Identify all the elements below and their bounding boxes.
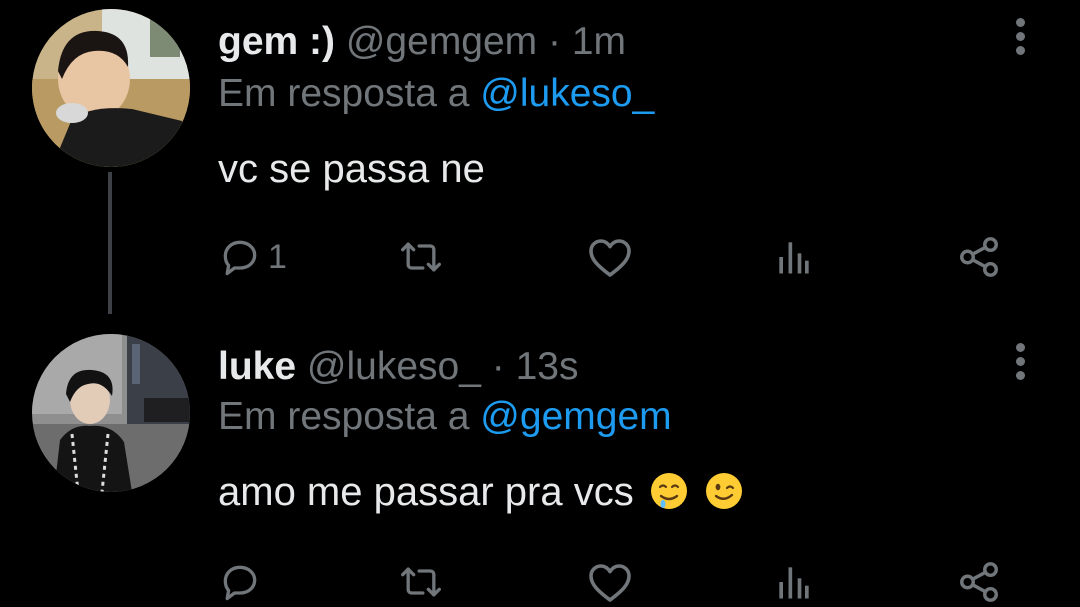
like-icon: [589, 239, 631, 277]
reply-prefix: Em resposta a: [218, 395, 470, 438]
tweet-gemgem[interactable]: gem :) @gemgem · 1m Em resposta a @lukes…: [0, 0, 1080, 325]
reply-context: Em resposta a @gemgem: [218, 395, 672, 439]
reply-count: 1: [268, 237, 287, 276]
action-bar: [218, 557, 1008, 607]
like-icon: [589, 564, 631, 602]
stats-icon: [779, 242, 809, 274]
views-button[interactable]: [774, 232, 814, 282]
reply-mention[interactable]: @gemgem: [480, 395, 671, 438]
reply-mention[interactable]: @lukeso_: [480, 72, 654, 115]
thread-line: [108, 172, 112, 314]
avatar-gemgem[interactable]: [32, 9, 190, 167]
separator-dot: ·: [491, 345, 505, 388]
share-button[interactable]: [956, 557, 1002, 607]
more-icon[interactable]: [1012, 18, 1028, 58]
user-handle[interactable]: @lukeso_: [307, 345, 481, 388]
tweet-header: gem :) @gemgem · 1m: [218, 20, 626, 64]
retweet-button[interactable]: [396, 557, 446, 607]
timestamp[interactable]: 13s: [516, 345, 579, 388]
reply-button[interactable]: 1: [218, 232, 287, 282]
avatar-lukeso[interactable]: [32, 334, 190, 492]
retweet-icon: [401, 242, 441, 272]
reply-icon: [223, 240, 257, 276]
share-icon: [960, 237, 998, 277]
timestamp[interactable]: 1m: [572, 20, 626, 63]
reply-icon: [223, 565, 257, 601]
display-name[interactable]: luke: [218, 345, 296, 388]
tweet-text-container: amo me passar pra vcs: [218, 469, 744, 515]
reply-prefix: Em resposta a: [218, 72, 470, 115]
like-button[interactable]: [586, 557, 634, 607]
display-name[interactable]: gem :): [218, 20, 335, 63]
reply-context: Em resposta a @lukeso_: [218, 72, 654, 116]
retweet-button[interactable]: [396, 232, 446, 282]
tweet-text: amo me passar pra vcs: [218, 470, 634, 514]
separator-dot: ·: [548, 20, 562, 63]
more-icon[interactable]: [1012, 343, 1028, 383]
tweet-lukeso[interactable]: luke @lukeso_ · 13s Em resposta a @gemge…: [0, 325, 1080, 603]
like-button[interactable]: [586, 232, 634, 282]
tweet-header: luke @lukeso_ · 13s: [218, 345, 578, 389]
views-button[interactable]: [774, 557, 814, 607]
winking-face-emoji: [705, 473, 742, 509]
share-button[interactable]: [956, 232, 1002, 282]
share-icon: [960, 562, 998, 602]
reply-button[interactable]: [218, 557, 268, 607]
user-handle[interactable]: @gemgem: [346, 20, 537, 63]
drooling-face-emoji: [650, 473, 687, 509]
tweet-text: vc se passa ne: [218, 147, 485, 191]
action-bar: 1: [218, 232, 1008, 282]
stats-icon: [779, 567, 809, 599]
retweet-icon: [401, 567, 441, 597]
